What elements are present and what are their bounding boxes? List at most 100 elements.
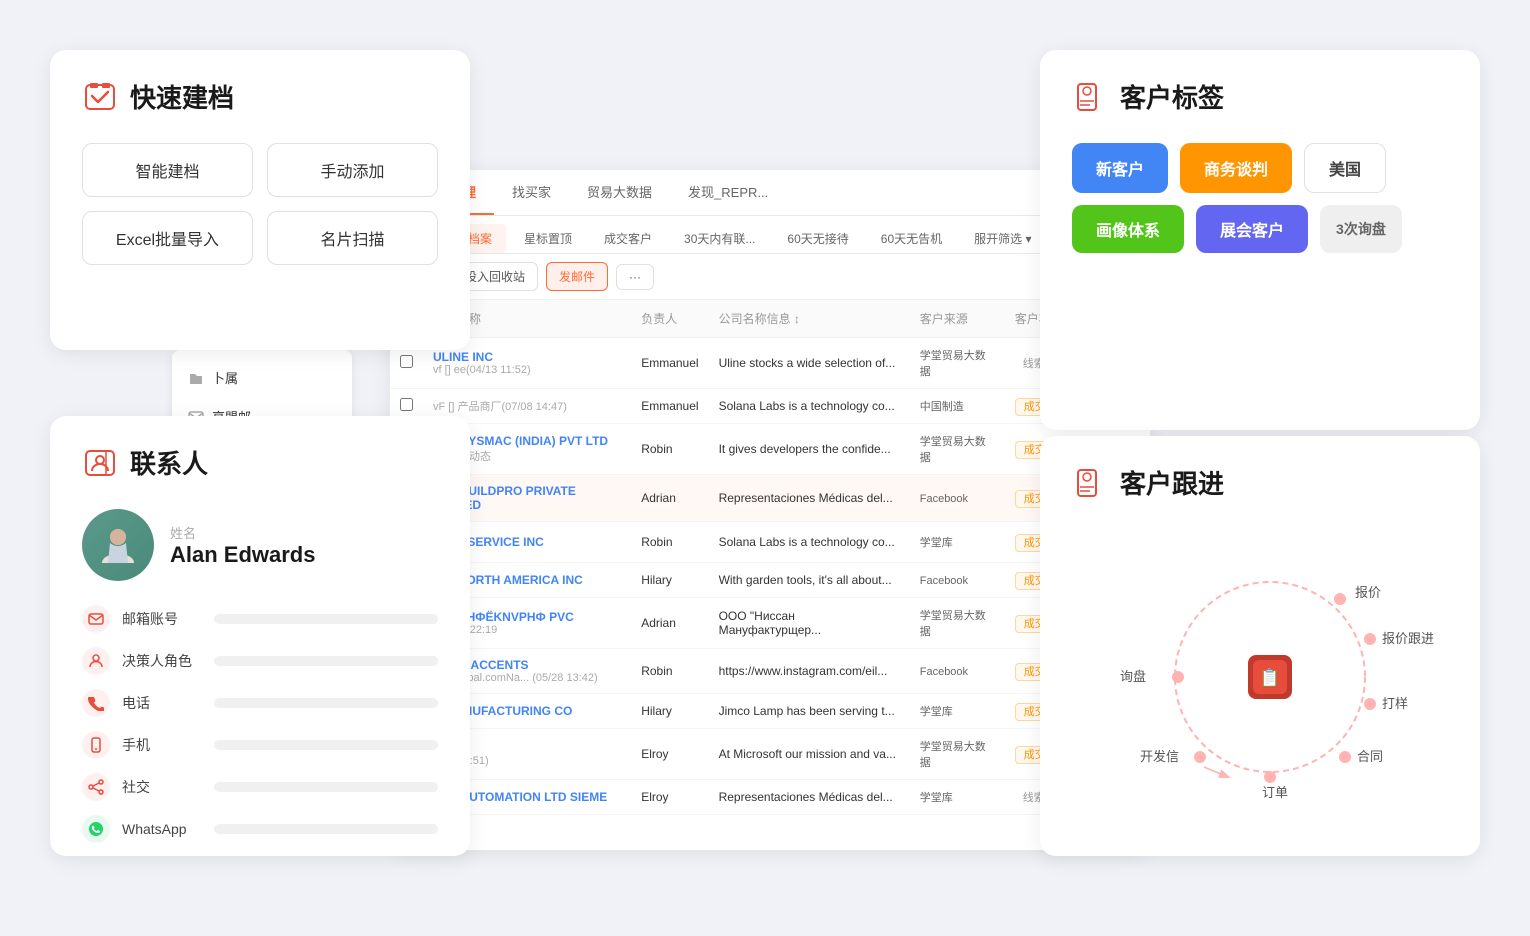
customer-tag-icon	[1072, 79, 1108, 115]
customer-follow-header: 客户跟进	[1072, 464, 1448, 501]
table-row[interactable]: CORP1/19 14:51) Elroy At Microsoft our m…	[390, 729, 1150, 780]
tag-portrait-system[interactable]: 画像体系	[1072, 205, 1184, 253]
person-icon	[82, 647, 110, 675]
contact-avatar	[82, 509, 154, 581]
table-row[interactable]: М МФНФЁKNVPНФ PVC$03/21 22:19 Adrian ООО…	[390, 598, 1150, 649]
contact-icon	[82, 445, 118, 481]
table-tabs: 客户管理 找买家 贸易大数据 发现_REPR...	[390, 170, 1150, 216]
row-checkbox[interactable]	[400, 398, 413, 411]
th-desc: 公司名称信息 ↕	[709, 300, 910, 338]
role-value-bar	[214, 656, 438, 666]
table-row[interactable]: ULINE INCvf [] ee(04/13 11:52) Emmanuel …	[390, 338, 1150, 389]
whatsapp-value-bar	[214, 824, 438, 834]
customer-tag-title: 客户标签	[1120, 78, 1224, 115]
contact-field-social: 社交	[82, 773, 438, 801]
social-label: 社交	[122, 777, 202, 797]
customer-table-card: 客户管理 找买家 贸易大数据 发现_REPR... 所有客户档案 星标置顶 成交…	[390, 170, 1150, 850]
customer-table-wrap: 客户名称 负责人 公司名称信息 ↕ 客户来源 客户状态 最近 ULINE INC…	[390, 300, 1150, 825]
phone-value-bar	[214, 698, 438, 708]
tag-expo-customer[interactable]: 展会客户	[1196, 205, 1308, 253]
sidebar-item-folder[interactable]: 卜属	[172, 358, 352, 397]
main-container: 快速建档 智能建档 手动添加 Excel批量导入 名片扫描 客户管理 找买家 贸…	[0, 0, 1530, 936]
email-value-bar	[214, 614, 438, 624]
contact-field-email: 邮箱账号	[82, 605, 438, 633]
customer-follow-title: 客户跟进	[1120, 464, 1224, 501]
quick-archive-header: 快速建档	[82, 78, 438, 115]
contact-title: 联系人	[130, 444, 208, 481]
tag-inquiry-count[interactable]: 3次询盘	[1320, 205, 1402, 253]
table-row[interactable]: IES @SERVICE INC Robin Solana Labs is a …	[390, 522, 1150, 563]
table-row[interactable]: F&F BUILDPRO PRIVATE LIMITED Adrian Repr…	[390, 475, 1150, 522]
customer-tag-header: 客户标签	[1072, 78, 1448, 115]
send-email-btn[interactable]: 发邮件	[546, 262, 608, 291]
customer-follow-card: 客户跟进 📋 报价	[1040, 436, 1480, 856]
mobile-value-bar	[214, 740, 438, 750]
follow-svg: 📋 报价 报价跟进 打样 合同	[1100, 529, 1440, 809]
social-icon	[82, 773, 110, 801]
card-scan-button[interactable]: 名片扫描	[267, 211, 438, 265]
company-name: ULINE INC	[433, 350, 621, 364]
row-checkbox[interactable]	[400, 355, 413, 368]
excel-import-button[interactable]: Excel批量导入	[82, 211, 253, 265]
contact-header: 联系人	[82, 444, 438, 481]
quick-archive-title: 快速建档	[130, 78, 234, 115]
cards-wrapper: 快速建档 智能建档 手动添加 Excel批量导入 名片扫描 客户管理 找买家 贸…	[30, 30, 1500, 906]
social-value-bar	[214, 782, 438, 792]
mobile-icon	[82, 731, 110, 759]
tab-find-buyer[interactable]: 找买家	[494, 170, 569, 215]
table-row[interactable]: IGN NORTH AMERICA INC Hilary With garden…	[390, 563, 1150, 598]
subtab-30days[interactable]: 30天内有联...	[670, 224, 769, 253]
contact-name-block: 姓名 Alan Edwards	[170, 523, 315, 568]
table-row[interactable]: LGF SYSMAC (INDIA) PVT LTD◎ 暂无动态 Robin I…	[390, 424, 1150, 475]
tag-new-customer[interactable]: 新客户	[1072, 143, 1168, 193]
whatsapp-label: WhatsApp	[122, 821, 202, 837]
tab-trade-data[interactable]: 贸易大数据	[569, 170, 670, 215]
table-subtabs: 所有客户档案 星标置顶 成交客户 30天内有联... 60天无接待 60天无告机…	[390, 216, 1150, 254]
svg-text:报价跟进: 报价跟进	[1382, 631, 1434, 646]
quick-archive-card: 快速建档 智能建档 手动添加 Excel批量导入 名片扫描	[50, 50, 470, 350]
customer-table-body: ULINE INCvf [] ee(04/13 11:52) Emmanuel …	[390, 338, 1150, 826]
svg-text:订单: 订单	[1262, 785, 1288, 800]
subtab-filter[interactable]: 服开筛选 ▾	[960, 224, 1045, 253]
contact-name-label: 姓名	[170, 523, 315, 542]
contact-field-phone: 电话	[82, 689, 438, 717]
subtab-60days[interactable]: 60天无接待	[773, 224, 862, 253]
subtab-deal[interactable]: 成交客户	[590, 224, 666, 253]
mobile-label: 手机	[122, 735, 202, 755]
tag-usa[interactable]: 美国	[1304, 143, 1386, 193]
contact-field-role: 决策人角色	[82, 647, 438, 675]
more-btn[interactable]: ···	[616, 264, 654, 290]
customer-follow-icon	[1072, 465, 1108, 501]
svg-text:开发信: 开发信	[1140, 749, 1179, 764]
table-row[interactable]: vF [] 产品商厂(07/08 14:47) Emmanuel Solana …	[390, 389, 1150, 424]
customer-tag-card: 客户标签 新客户 商务谈判 美国 画像体系 展会客户 3次询盘	[1040, 50, 1480, 430]
phone-icon	[82, 689, 110, 717]
contact-card: 联系人 姓名 Alan Edwards	[50, 416, 470, 856]
manual-add-button[interactable]: 手动添加	[267, 143, 438, 197]
table-row[interactable]: VER AUTOMATION LTD SIEME Elroy Represent…	[390, 780, 1150, 815]
subtab-60days2[interactable]: 60天无告机	[867, 224, 956, 253]
table-row[interactable]: PINNERS AND PROCESSORS(11/26 13:23) Glen…	[390, 815, 1150, 826]
smart-archive-button[interactable]: 智能建档	[82, 143, 253, 197]
contact-name-value: Alan Edwards	[170, 542, 315, 568]
table-row[interactable]: & MANUFACTURING CO Hilary Jimco Lamp has…	[390, 694, 1150, 729]
table-action-bar: 选 投入回收站 发邮件 ··· 共 1650 条	[390, 254, 1150, 300]
email-icon	[82, 605, 110, 633]
table-header: 客户名称 负责人 公司名称信息 ↕ 客户来源 客户状态 最近	[390, 300, 1150, 338]
th-owner: 负责人	[631, 300, 708, 338]
tab-discover[interactable]: 发现_REPR...	[670, 170, 786, 215]
svg-text:询盘: 询盘	[1120, 669, 1146, 684]
whatsapp-icon	[82, 815, 110, 843]
subtab-starred[interactable]: 星标置顶	[510, 224, 586, 253]
follow-diagram: 📋 报价 报价跟进 打样 合同	[1100, 529, 1420, 829]
table-row[interactable]: AMPS ACCENTStt@Global.comNa... (05/28 13…	[390, 649, 1150, 694]
th-source: 客户来源	[910, 300, 1005, 338]
contact-info-header: 姓名 Alan Edwards	[82, 509, 438, 581]
svg-text:报价: 报价	[1355, 585, 1381, 600]
contact-field-whatsapp: WhatsApp	[82, 815, 438, 843]
svg-text:合同: 合同	[1357, 749, 1383, 764]
role-label: 决策人角色	[122, 651, 202, 671]
archive-button-grid: 智能建档 手动添加 Excel批量导入 名片扫描	[82, 143, 438, 265]
tag-grid: 新客户 商务谈判 美国 画像体系 展会客户 3次询盘	[1072, 143, 1448, 253]
tag-business-negotiation[interactable]: 商务谈判	[1180, 143, 1292, 193]
